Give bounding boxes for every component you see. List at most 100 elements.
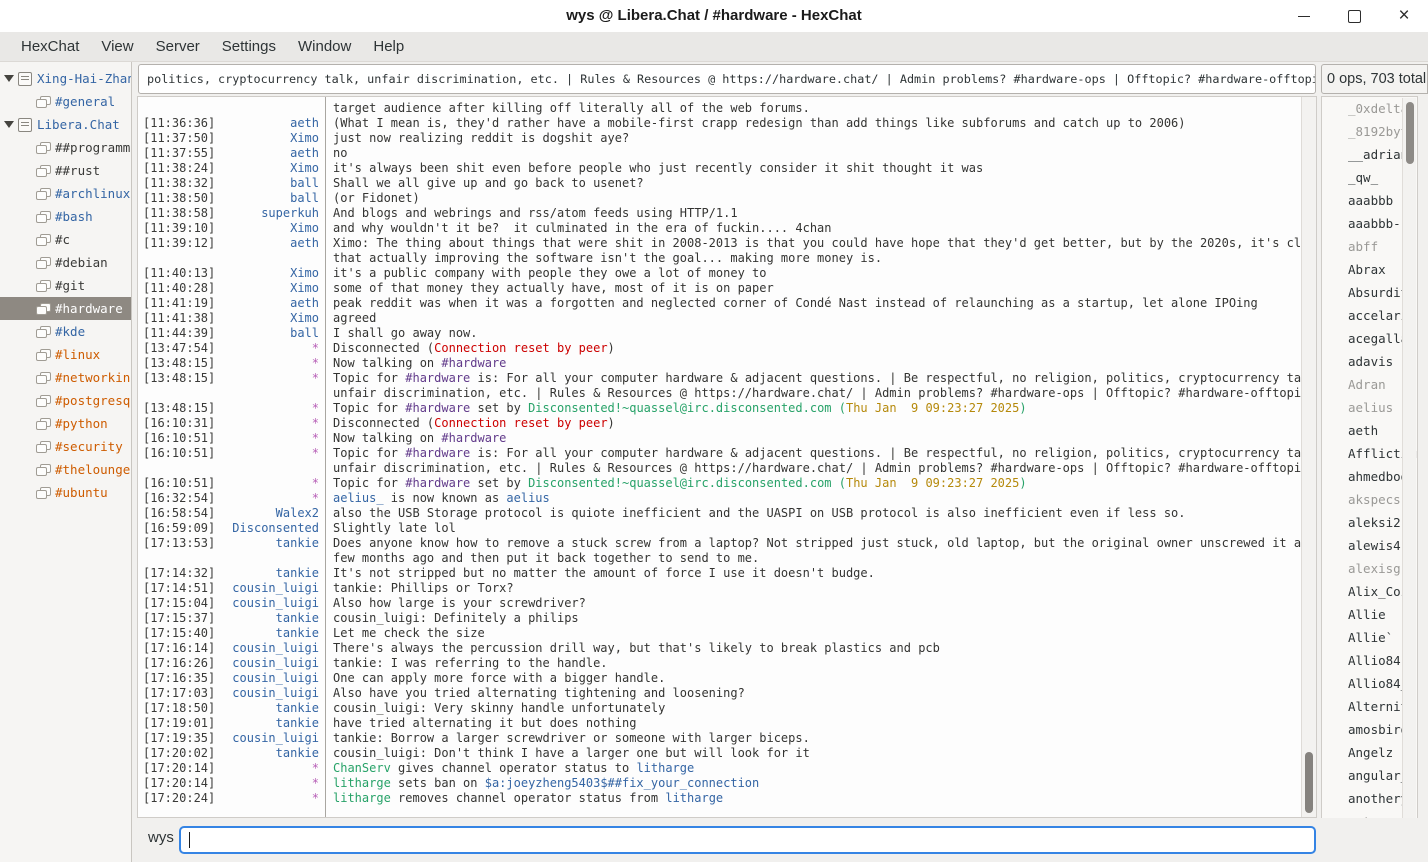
- chat-row[interactable]: unfair discrimination, etc. | Rules & Re…: [143, 461, 1302, 476]
- nick-label[interactable]: tankie: [219, 746, 328, 761]
- maximize-button[interactable]: [1346, 8, 1362, 24]
- sidebar-item-programming[interactable]: ##programming: [0, 136, 131, 159]
- nick-label[interactable]: cousin_luigi: [219, 656, 328, 671]
- chat-row[interactable]: [11:39:12]aethXimo: The thing about thin…: [143, 236, 1302, 251]
- nick-label[interactable]: tankie: [219, 701, 328, 716]
- status-star[interactable]: *: [219, 431, 328, 446]
- chat-row[interactable]: [11:41:38]Ximoagreed: [143, 311, 1302, 326]
- nick-label[interactable]: Walex2: [219, 506, 328, 521]
- nick-label[interactable]: Ximo: [219, 161, 328, 176]
- chat-row[interactable]: [16:10:51]*Topic for #hardware is: For a…: [143, 446, 1302, 461]
- chat-row[interactable]: [11:44:39]ballI shall go away now.: [143, 326, 1302, 341]
- sidebar-item-libera-chat[interactable]: Libera.Chat: [0, 113, 131, 136]
- chat-row[interactable]: [11:38:58]superkuhAnd blogs and webrings…: [143, 206, 1302, 221]
- status-star[interactable]: *: [219, 371, 328, 386]
- sidebar-item-c[interactable]: #c: [0, 228, 131, 251]
- chat-row[interactable]: [16:59:09]DisconsentedSlightly late lol: [143, 521, 1302, 536]
- chat-row[interactable]: [11:36:36]aeth(What I mean is, they'd ra…: [143, 116, 1302, 131]
- status-star[interactable]: *: [219, 761, 328, 776]
- menu-item-window[interactable]: Window: [287, 32, 362, 62]
- chat-row[interactable]: [17:20:14]*litharge sets ban on $a:joeyz…: [143, 776, 1302, 791]
- nick-label[interactable]: tankie: [219, 536, 328, 551]
- chat-row[interactable]: [17:20:14]*ChanServ gives channel operat…: [143, 761, 1302, 776]
- chat-row[interactable]: [11:41:19]aethpeak reddit was when it wa…: [143, 296, 1302, 311]
- status-star[interactable]: *: [219, 401, 328, 416]
- chat-row[interactable]: [11:39:10]Ximoand why wouldn't it be? it…: [143, 221, 1302, 236]
- chat-row[interactable]: [17:18:50]tankiecousin_luigi: Very skinn…: [143, 701, 1302, 716]
- chat-row[interactable]: [17:17:03]cousin_luigiAlso have you trie…: [143, 686, 1302, 701]
- menu-item-hexchat[interactable]: HexChat: [10, 32, 90, 62]
- sidebar-item-general[interactable]: #general: [0, 90, 131, 113]
- chat-row[interactable]: [17:19:35]cousin_luigitankie: Borrow a l…: [143, 731, 1302, 746]
- nick-label[interactable]: Ximo: [219, 311, 328, 326]
- nick-label[interactable]: Ximo: [219, 221, 328, 236]
- nick-label[interactable]: Ximo: [219, 131, 328, 146]
- nick-label[interactable]: cousin_luigi: [219, 581, 328, 596]
- chat-scrollbar-thumb[interactable]: [1305, 752, 1313, 813]
- nick-label[interactable]: cousin_luigi: [219, 686, 328, 701]
- nick-label[interactable]: ball: [219, 176, 328, 191]
- nick-label[interactable]: tankie: [219, 626, 328, 641]
- sidebar-item-postgresql[interactable]: #postgresql: [0, 389, 131, 412]
- topic-input[interactable]: politics, cryptocurrency talk, unfair di…: [138, 64, 1316, 94]
- chat-row[interactable]: [11:38:32]ballShall we all give up and g…: [143, 176, 1302, 191]
- nick-label[interactable]: ball: [219, 191, 328, 206]
- chat-row[interactable]: [17:14:32]tankieIt's not stripped but no…: [143, 566, 1302, 581]
- sidebar-item-xing-hai-zhan[interactable]: Xing-Hai-Zhan: [0, 67, 131, 90]
- title-bar[interactable]: wys @ Libera.Chat / #hardware - HexChat …: [0, 0, 1428, 33]
- user-list-scrollbar[interactable]: [1402, 98, 1416, 835]
- chat-row[interactable]: [16:32:54]*aelius_ is now known as aeliu…: [143, 491, 1302, 506]
- nick-label[interactable]: cousin_luigi: [219, 671, 328, 686]
- chat-row[interactable]: that actually improving the software isn…: [143, 251, 1302, 266]
- chat-row[interactable]: [13:48:15]*Now talking on #hardware: [143, 356, 1302, 371]
- sidebar-item-thelounge[interactable]: #thelounge: [0, 458, 131, 481]
- pane-divider[interactable]: [131, 62, 132, 862]
- status-star[interactable]: *: [219, 791, 328, 806]
- chat-row[interactable]: [11:38:24]Ximoit's always been shit even…: [143, 161, 1302, 176]
- menu-item-settings[interactable]: Settings: [211, 32, 287, 62]
- minimize-button[interactable]: [1296, 8, 1312, 24]
- nick-label[interactable]: aeth: [219, 236, 328, 251]
- menu-item-server[interactable]: Server: [145, 32, 211, 62]
- sidebar-item-kde[interactable]: #kde: [0, 320, 131, 343]
- sidebar-item-python[interactable]: #python: [0, 412, 131, 435]
- chat-row[interactable]: [17:13:53]tankieDoes anyone know how to …: [143, 536, 1302, 551]
- status-star[interactable]: *: [219, 491, 328, 506]
- sidebar-item-networking[interactable]: #networking: [0, 366, 131, 389]
- nick-label[interactable]: Ximo: [219, 266, 328, 281]
- nick-label[interactable]: aeth: [219, 116, 328, 131]
- status-star[interactable]: *: [219, 776, 328, 791]
- sidebar-item-bash[interactable]: #bash: [0, 205, 131, 228]
- chat-row[interactable]: [17:16:26]cousin_luigitankie: I was refe…: [143, 656, 1302, 671]
- nick-label[interactable]: aeth: [219, 296, 328, 311]
- chat-row[interactable]: [17:20:02]tankiecousin_luigi: Don't thin…: [143, 746, 1302, 761]
- chat-row[interactable]: few months ago and then put it back toge…: [143, 551, 1302, 566]
- chat-row[interactable]: [11:37:55]aethno: [143, 146, 1302, 161]
- chat-row[interactable]: [17:19:01]tankiehave tried alternating i…: [143, 716, 1302, 731]
- nick-label[interactable]: superkuh: [219, 206, 328, 221]
- chat-row[interactable]: [13:47:54]*Disconnected (Connection rese…: [143, 341, 1302, 356]
- status-star[interactable]: *: [219, 356, 328, 371]
- chat-row[interactable]: [16:10:51]*Topic for #hardware set by Di…: [143, 476, 1302, 491]
- nick-label[interactable]: tankie: [219, 566, 328, 581]
- chat-row[interactable]: [17:20:24]*litharge removes channel oper…: [143, 791, 1302, 806]
- chat-row[interactable]: [17:16:14]cousin_luigiThere's always the…: [143, 641, 1302, 656]
- chat-row[interactable]: [17:15:37]tankiecousin_luigi: Definitely…: [143, 611, 1302, 626]
- chat-row[interactable]: [11:40:28]Ximosome of that money they ac…: [143, 281, 1302, 296]
- chat-row[interactable]: [13:48:15]*Topic for #hardware set by Di…: [143, 401, 1302, 416]
- sidebar-item-linux[interactable]: #linux: [0, 343, 131, 366]
- status-star[interactable]: *: [219, 416, 328, 431]
- user-list-scrollbar-thumb[interactable]: [1406, 102, 1414, 164]
- close-button[interactable]: ×: [1396, 8, 1412, 24]
- chat-row[interactable]: [11:37:50]Ximojust now realizing reddit …: [143, 131, 1302, 146]
- nick-label[interactable]: cousin_luigi: [219, 641, 328, 656]
- chat-row[interactable]: [11:40:13]Ximoit's a public company with…: [143, 266, 1302, 281]
- status-star[interactable]: *: [219, 476, 328, 491]
- chat-row[interactable]: [16:10:51]*Now talking on #hardware: [143, 431, 1302, 446]
- nick-label[interactable]: cousin_luigi: [219, 596, 328, 611]
- message-input[interactable]: [179, 826, 1316, 854]
- chat-row[interactable]: target audience after killing off litera…: [143, 101, 1302, 116]
- chat-row[interactable]: [16:58:54]Walex2also the USB Storage pro…: [143, 506, 1302, 521]
- chat-row[interactable]: unfair discrimination, etc. | Rules & Re…: [143, 386, 1302, 401]
- chat-row[interactable]: [17:15:04]cousin_luigiAlso how large is …: [143, 596, 1302, 611]
